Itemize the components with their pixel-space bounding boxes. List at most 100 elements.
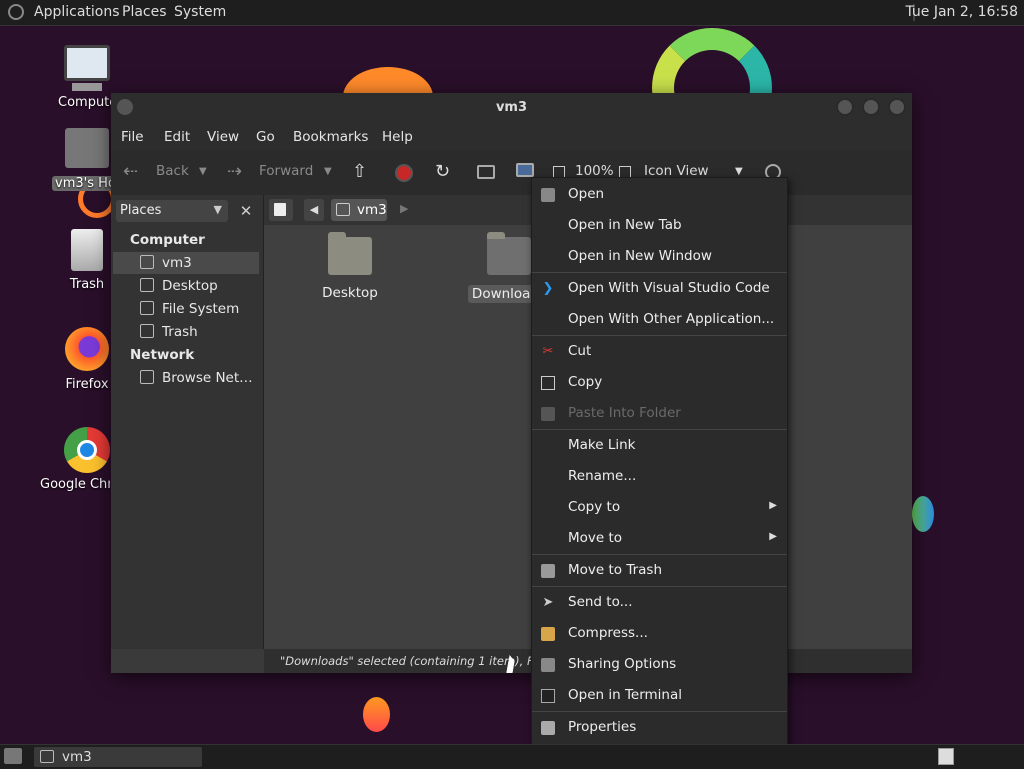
close-button[interactable] [888,98,906,116]
menu-go[interactable]: Go [256,129,275,145]
view-dropdown-icon[interactable]: ▼ [735,166,743,177]
computer-icon [64,45,110,81]
taskbar-button-vm3[interactable]: vm3 [34,747,202,767]
menu-item-label: Move to Trash [568,562,663,578]
reload-icon[interactable]: ↻ [435,161,450,182]
menu-edit[interactable]: Edit [164,129,190,145]
stop-icon[interactable] [395,164,413,182]
menu-item-label: Copy [568,374,603,390]
menu-item-label: Rename... [568,468,637,484]
scissors-icon: ✂ [542,344,554,359]
menu-bookmarks[interactable]: Bookmarks [293,129,368,145]
menu-item-cut[interactable]: ✂ Cut [532,337,787,368]
show-desktop-icon[interactable] [4,748,22,764]
home-folder-icon [40,750,54,763]
menu-item-label: Copy to [568,499,621,515]
back-dropdown-icon[interactable]: ▼ [199,166,207,177]
context-menu: Open Open in New Tab Open in New Window … [531,177,788,746]
up-icon[interactable]: ⇧ [352,161,367,182]
wallpaper-orange-dot [363,697,390,732]
menu-item-open-new-tab[interactable]: Open in New Tab [532,211,787,242]
menu-help[interactable]: Help [382,129,413,145]
computer-stand-icon [72,83,102,91]
sidebar-item-browse-network[interactable]: Browse Net… [113,367,259,389]
menu-item-make-link[interactable]: Make Link [532,431,787,462]
back-button[interactable]: Back [156,163,189,179]
menu-separator [532,272,787,273]
sidebar-item-label: File System [162,301,240,317]
places-menu[interactable]: Places [122,4,167,20]
menu-item-label: Properties [568,719,637,735]
menu-item-move-to-trash[interactable]: Move to Trash [532,556,787,587]
menu-item-label: Open With Other Application... [568,311,775,327]
folder-desktop[interactable]: Desktop [295,232,405,301]
path-scroll-right-icon[interactable]: ▶ [400,202,408,215]
menu-item-label: Open [568,186,605,202]
sidebar-item-label: Trash [162,324,198,340]
menu-item-label: Compress... [568,625,648,641]
menubar: File Edit View Go Bookmarks Help [111,123,912,151]
copy-icon [541,376,555,390]
menu-item-rename[interactable]: Rename... [532,462,787,493]
forward-button[interactable]: Forward [259,163,313,179]
drive-icon [140,301,154,315]
menu-item-label: Make Link [568,437,636,453]
menu-item-open[interactable]: Open [532,180,787,211]
sidebar-item-label: vm3 [162,255,192,271]
home-icon[interactable] [477,165,495,179]
archive-icon [541,627,555,641]
menu-item-compress[interactable]: Compress... [532,619,787,650]
close-sidebar-button[interactable]: ✕ [235,200,257,222]
breadcrumb-vm3[interactable]: vm3 [331,199,387,221]
menu-item-move-to[interactable]: Move to ▶ [532,524,787,555]
home-icon [140,255,154,269]
sidebar-selector[interactable]: Places ▼ [116,200,228,222]
toolbar: ⇠ Back ▼ ⇢ Forward ▼ ⇧ ↻ 100% Icon View … [111,151,912,196]
sidebar: Places ▼ ✕ Computer vm3 Desktop File Sys… [111,195,264,649]
menu-separator [532,429,787,430]
computer-toolbar-icon[interactable] [516,163,534,177]
menu-view[interactable]: View [207,129,239,145]
menu-separator [532,335,787,336]
trash-icon [71,229,103,271]
window-title: vm3 [495,100,528,115]
system-menu[interactable]: System [174,4,226,20]
applications-menu[interactable]: Applications [34,4,120,20]
menu-item-copy-to[interactable]: Copy to ▶ [532,493,787,524]
menu-item-open-terminal[interactable]: Open in Terminal [532,681,787,712]
trash-applet-icon[interactable] [938,748,954,765]
menu-item-sharing-options[interactable]: Sharing Options [532,650,787,681]
sidebar-item-vm3[interactable]: vm3 [113,252,259,274]
chrome-icon [64,427,110,473]
menu-item-properties[interactable]: Properties [532,713,787,744]
sidebar-selector-label: Places [120,203,162,218]
menu-item-open-other-app[interactable]: Open With Other Application... [532,305,787,336]
edit-location-button[interactable] [269,199,293,221]
titlebar[interactable]: vm3 [111,93,912,123]
menu-separator [532,554,787,555]
network-icon [140,370,154,384]
menu-file[interactable]: File [121,129,144,145]
menu-item-label: Sharing Options [568,656,677,672]
clock[interactable]: Tue Jan 2, 16:58 [905,4,1018,20]
menu-item-send-to[interactable]: ➤ Send to... [532,588,787,619]
top-panel: Applications Places System Tue Jan 2, 16… [0,0,1024,26]
menu-item-open-vscode[interactable]: ❯ Open With Visual Studio Code [532,274,787,305]
menu-item-label: Open in Terminal [568,687,682,703]
sidebar-item-desktop[interactable]: Desktop [113,275,259,297]
menu-item-label: Open in New Tab [568,217,682,233]
forward-dropdown-icon[interactable]: ▼ [324,166,332,177]
minimize-button[interactable] [836,98,854,116]
forward-arrow-icon: ⇢ [227,161,243,182]
bottom-panel: vm3 [0,744,1024,769]
path-scroll-left-icon[interactable]: ◀ [304,199,324,221]
menu-item-open-new-window[interactable]: Open in New Window [532,242,787,273]
distro-logo-icon[interactable] [8,4,24,20]
menu-item-label: Paste Into Folder [568,405,681,421]
taskbar-label: vm3 [62,749,92,765]
sidebar-item-filesystem[interactable]: File System [113,298,259,320]
maximize-button[interactable] [862,98,880,116]
home-folder-icon [65,128,109,168]
menu-item-copy[interactable]: Copy [532,368,787,399]
sidebar-item-trash[interactable]: Trash [113,321,259,343]
